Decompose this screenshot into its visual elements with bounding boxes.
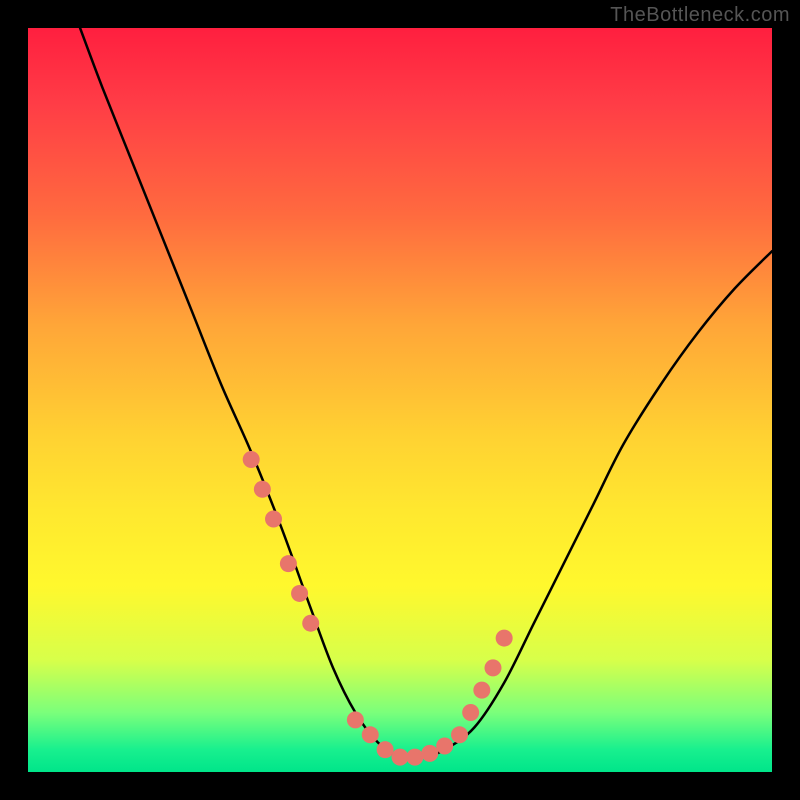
highlight-dot (406, 749, 423, 766)
highlight-dot (291, 585, 308, 602)
highlight-dot (377, 741, 394, 758)
plot-area (28, 28, 772, 772)
highlight-dots (243, 451, 513, 766)
watermark-text: TheBottleneck.com (610, 4, 790, 27)
bottleneck-curve (80, 28, 772, 759)
highlight-dot (451, 726, 468, 743)
highlight-dot (462, 704, 479, 721)
highlight-dot (485, 659, 502, 676)
curve-layer (28, 28, 772, 772)
highlight-dot (243, 451, 260, 468)
highlight-dot (436, 737, 453, 754)
highlight-dot (265, 511, 282, 528)
chart-frame: TheBottleneck.com (0, 0, 800, 800)
highlight-dot (496, 630, 513, 647)
highlight-dot (347, 711, 364, 728)
highlight-dot (421, 745, 438, 762)
highlight-dot (473, 682, 490, 699)
highlight-dot (302, 615, 319, 632)
highlight-dot (392, 749, 409, 766)
highlight-dot (280, 555, 297, 572)
highlight-dot (254, 481, 271, 498)
highlight-dot (362, 726, 379, 743)
